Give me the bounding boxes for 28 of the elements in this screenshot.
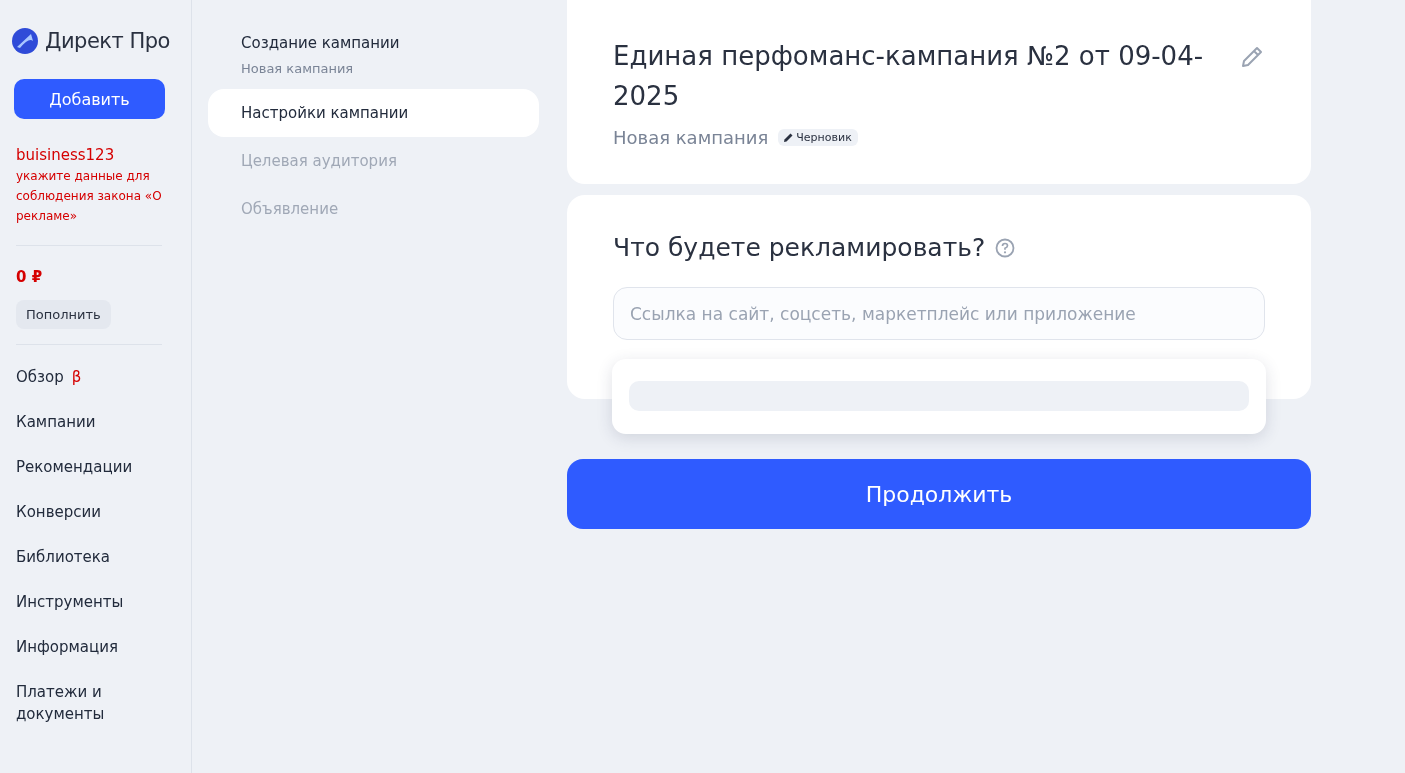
topup-button[interactable]: Пополнить [16, 300, 111, 329]
help-icon[interactable] [995, 237, 1016, 258]
nav-item[interactable]: Рекомендации [16, 444, 146, 489]
account-login: buisiness123 [16, 146, 116, 164]
nav-item[interactable]: Кампании [16, 399, 146, 444]
beta-label: β [71, 367, 82, 386]
logo-icon [11, 27, 39, 55]
nav-item[interactable]: Библиотека [16, 534, 146, 579]
nav-item[interactable]: Обзор [16, 367, 64, 386]
nav-item[interactable]: Инструменты [16, 579, 146, 624]
logo-text: Директ Про [45, 29, 170, 53]
pencil-icon [784, 133, 794, 142]
nav-item[interactable]: Информация [16, 624, 146, 669]
nav-item[interactable]: Конверсии [16, 489, 146, 534]
url-field[interactable]: Ссылка на сайт, соцсеть, маркетплейс или приложение [613, 287, 1265, 340]
balance-amount: 0 ₽ [16, 268, 44, 286]
continue-button[interactable]: Продолжить [567, 459, 1311, 529]
steps-subtitle: Новая кампания [241, 61, 355, 76]
add-button[interactable]: Добавить [14, 79, 165, 119]
question-title: Что будете рекламировать? [613, 233, 986, 262]
steps-title: Создание кампании [241, 34, 401, 52]
campaign-title: Единая перфоманс-кампания №2 от 09-04-2025 [613, 40, 1205, 113]
campaign-subtitle: Новая кампания [613, 127, 769, 148]
nav-item[interactable]: Платежи и документы [16, 669, 146, 736]
edit-icon[interactable] [1239, 44, 1265, 70]
step-item[interactable]: Настройки кампании [208, 89, 539, 137]
account-warning[interactable]: укажите данные для соблюдения закона «О рекламе» [16, 166, 166, 226]
status-badge: Черновик [778, 129, 858, 146]
